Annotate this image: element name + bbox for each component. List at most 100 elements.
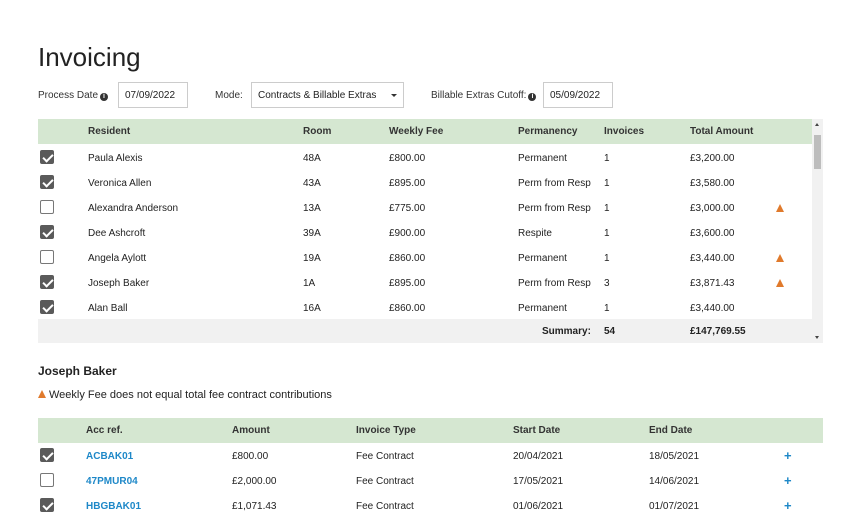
cell-resident: Veronica Allen	[88, 178, 152, 189]
cell-room: 16A	[303, 303, 321, 314]
cell-weekly-fee: £895.00	[389, 278, 426, 289]
contracts-table: Acc ref. Amount Invoice Type Start Date …	[38, 418, 823, 524]
acc-ref-link[interactable]: HBGBAK01	[86, 501, 141, 512]
acc-ref-link[interactable]: ACBAK01	[86, 451, 133, 462]
table-row[interactable]: Joseph Baker 1A £895.00 Perm from Resp 3 £3,8…	[38, 270, 812, 295]
cell-invoices: 1	[604, 228, 610, 239]
table-row[interactable]: Veronica Allen 43A £895.00 Perm from Resp 1 £…	[38, 170, 812, 195]
cutoff-date-input[interactable]	[543, 82, 613, 108]
scrollbar-thumb[interactable]	[814, 135, 821, 169]
cell-invoices: 1	[604, 203, 610, 214]
cell-start-date: 17/05/2021	[513, 476, 564, 487]
page-title: Invoicing	[38, 42, 141, 72]
mode-select[interactable]: Contracts & Billable Extras	[251, 82, 404, 108]
col-resident[interactable]: Resident	[88, 126, 130, 137]
table-row[interactable]: Alan Ball 16A £860.00 Permanent 1 £3,440.00	[38, 295, 812, 320]
summary-label: Summary:	[542, 326, 591, 337]
scroll-down-icon[interactable]	[815, 336, 819, 339]
cell-permanency: Perm from Resp	[518, 278, 591, 289]
col-start-date[interactable]: Start Date	[513, 425, 560, 436]
cell-total-amount: £3,871.43	[690, 278, 735, 289]
scroll-up-icon[interactable]	[815, 123, 819, 126]
cell-weekly-fee: £775.00	[389, 203, 426, 214]
cell-room: 19A	[303, 253, 321, 264]
cell-start-date: 20/04/2021	[513, 451, 564, 462]
warning-icon	[38, 390, 46, 398]
cell-permanency: Perm from Resp	[518, 203, 591, 214]
warning-icon	[776, 204, 784, 212]
contracts-table-header: Acc ref. Amount Invoice Type Start Date …	[38, 418, 823, 443]
table-row[interactable]: Paula Alexis 48A £800.00 Permanent 1 £3,200.0…	[38, 145, 812, 170]
info-icon[interactable]: i	[528, 93, 537, 101]
mode-label: Mode:	[215, 90, 243, 101]
col-total-amount[interactable]: Total Amount	[690, 126, 753, 137]
col-acc-ref[interactable]: Acc ref.	[86, 425, 123, 436]
cell-permanency: Permanent	[518, 253, 567, 264]
cell-room: 13A	[303, 203, 321, 214]
chevron-down-icon	[391, 94, 397, 97]
summary-total: £147,769.55	[690, 326, 746, 337]
row-checkbox[interactable]	[40, 275, 54, 289]
cell-total-amount: £3,440.00	[690, 253, 735, 264]
detail-resident-name: Joseph Baker	[38, 364, 117, 378]
detail-warning-text: Weekly Fee does not equal total fee cont…	[49, 389, 332, 401]
cell-end-date: 18/05/2021	[649, 451, 700, 462]
row-checkbox[interactable]	[40, 300, 54, 314]
cell-resident: Joseph Baker	[88, 278, 150, 289]
cell-resident: Paula Alexis	[88, 153, 143, 164]
residents-scrollbar[interactable]	[812, 119, 823, 343]
process-date-input[interactable]	[118, 82, 188, 108]
cell-invoice-type: Fee Contract	[356, 476, 414, 487]
residents-table-header: Resident Room Weekly Fee Permanency Invo…	[38, 119, 812, 144]
cell-resident: Alexandra Anderson	[88, 203, 179, 214]
mode-select-value: Contracts & Billable Extras	[258, 90, 377, 101]
cell-end-date: 01/07/2021	[649, 501, 700, 512]
table-row[interactable]: HBGBAK01 £1,071.43 Fee Contract 01/06/2021 0…	[38, 493, 823, 518]
row-checkbox[interactable]	[40, 448, 54, 462]
plus-icon[interactable]: +	[784, 498, 792, 513]
col-amount[interactable]: Amount	[232, 425, 270, 436]
cell-invoice-type: Fee Contract	[356, 501, 414, 512]
table-row[interactable]: ACBAK01 £800.00 Fee Contract 20/04/2021 18/0…	[38, 443, 823, 468]
table-row[interactable]: Angela Aylott 19A £860.00 Permanent 1 £3,440.…	[38, 245, 812, 270]
col-invoice-type[interactable]: Invoice Type	[356, 425, 416, 436]
col-room[interactable]: Room	[303, 126, 331, 137]
plus-icon[interactable]: +	[784, 473, 792, 488]
col-invoices[interactable]: Invoices	[604, 126, 644, 137]
row-checkbox[interactable]	[40, 175, 54, 189]
row-checkbox[interactable]	[40, 250, 54, 264]
info-icon[interactable]: i	[100, 93, 109, 101]
cell-room: 43A	[303, 178, 321, 189]
row-checkbox[interactable]	[40, 150, 54, 164]
cell-permanency: Permanent	[518, 303, 567, 314]
residents-table: Resident Room Weekly Fee Permanency Invo…	[38, 119, 812, 343]
table-row[interactable]: 47PMUR04 £2,000.00 Fee Contract 17/05/2021 1…	[38, 468, 823, 493]
cell-resident: Angela Aylott	[88, 253, 147, 264]
col-permanency[interactable]: Permanency	[518, 126, 577, 137]
cell-amount: £800.00	[232, 451, 269, 462]
cell-room: 48A	[303, 153, 321, 164]
row-checkbox[interactable]	[40, 473, 54, 487]
cell-total-amount: £3,440.00	[690, 303, 735, 314]
cell-invoices: 3	[604, 278, 610, 289]
cell-weekly-fee: £860.00	[389, 303, 426, 314]
cell-total-amount: £3,580.00	[690, 178, 735, 189]
cell-amount: £1,071.43	[232, 501, 277, 512]
row-checkbox[interactable]	[40, 498, 54, 512]
cell-room: 1A	[303, 278, 316, 289]
cell-weekly-fee: £800.00	[389, 153, 426, 164]
cell-resident: Alan Ball	[88, 303, 128, 314]
acc-ref-link[interactable]: 47PMUR04	[86, 476, 138, 487]
row-checkbox[interactable]	[40, 225, 54, 239]
table-row[interactable]: Dee Ashcroft 39A £900.00 Respite 1 £3,600.00	[38, 220, 812, 245]
plus-icon[interactable]: +	[784, 448, 792, 463]
col-weekly-fee[interactable]: Weekly Fee	[389, 126, 443, 137]
cell-permanency: Perm from Resp	[518, 178, 591, 189]
cell-start-date: 01/06/2021	[513, 501, 564, 512]
table-row[interactable]: Alexandra Anderson 13A £775.00 Perm from Re…	[38, 195, 812, 220]
warning-icon	[776, 254, 784, 262]
cell-permanency: Respite	[518, 228, 552, 239]
col-end-date[interactable]: End Date	[649, 425, 692, 436]
row-checkbox[interactable]	[40, 200, 54, 214]
process-date-label: Process Date i	[38, 90, 109, 101]
